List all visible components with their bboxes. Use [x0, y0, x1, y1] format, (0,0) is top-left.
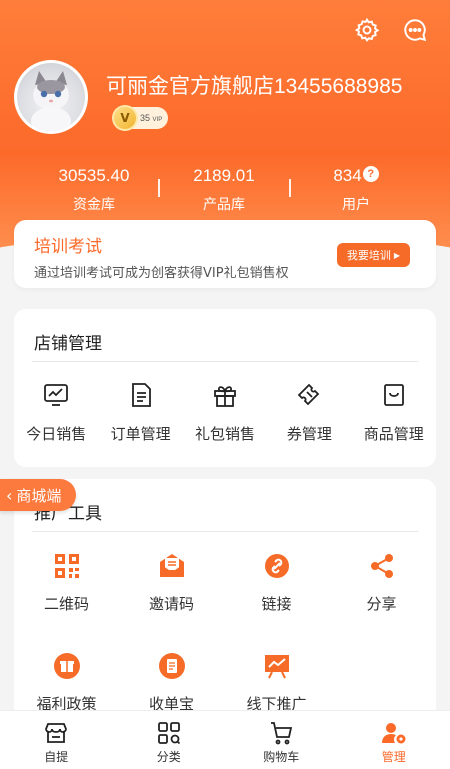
manage-icon [381, 720, 407, 746]
tab-pickup[interactable]: 自提 [0, 711, 113, 769]
bottom-tab-bar: 自提 分类 购物车 管理 [0, 710, 450, 769]
stats-row: 30535.40 资金库 2189.01 产品库 834? 用户 [0, 166, 450, 216]
share-icon [367, 551, 397, 581]
vip-badge: V 35 VIP [114, 107, 168, 129]
promo-item-offline-promotion[interactable]: 线下推广 [224, 651, 329, 714]
promo-item-link[interactable]: 链接 [224, 551, 329, 614]
cart-icon [268, 720, 294, 746]
avatar[interactable] [14, 60, 88, 134]
promo-item-qrcode[interactable]: 二维码 [14, 551, 119, 614]
tab-category[interactable]: 分类 [113, 711, 226, 769]
store-icon [43, 720, 69, 746]
qrcode-icon [52, 551, 82, 581]
chevron-left-icon: ‹ [6, 485, 13, 505]
store-item-today-sales[interactable]: 今日销售 [14, 381, 98, 444]
shop-name: 可丽金官方旗舰店13455688985 [106, 75, 403, 98]
stat-users[interactable]: 834? 用户 [281, 166, 431, 214]
store-item-gift-sales[interactable]: 礼包销售 [183, 381, 267, 444]
arrow-right-icon: ▶ [393, 250, 400, 260]
stat-product[interactable]: 2189.01 产品库 [149, 166, 299, 214]
link-icon [262, 551, 292, 581]
chart-monitor-icon [42, 381, 70, 409]
promo-item-benefits[interactable]: 福利政策 [14, 651, 119, 714]
promo-item-payment-collector[interactable]: 收单宝 [119, 651, 224, 714]
promo-item-invite-code[interactable]: 邀请码 [119, 551, 224, 614]
store-management-card: 店铺管理 今日销售 订单管理 礼包销售 券管理 商品管理 [14, 309, 436, 467]
avatar-cat-image [17, 63, 85, 131]
training-button[interactable]: 我要培训 ▶ [336, 243, 410, 267]
category-icon [156, 720, 182, 746]
vip-v-icon: V [114, 107, 136, 129]
tab-cart[interactable]: 购物车 [225, 711, 338, 769]
training-desc: 通过培训考试可成为创客获得VIP礼包销售权 [34, 266, 289, 281]
tab-manage[interactable]: 管理 [338, 711, 450, 769]
mall-side-tab[interactable]: ‹ 商城端 [0, 479, 76, 511]
promo-item-share[interactable]: 分享 [329, 551, 434, 614]
gift-box-icon [52, 651, 82, 681]
board-chart-icon [262, 651, 292, 681]
document-icon [127, 381, 155, 409]
clipboard-icon [157, 651, 187, 681]
settings-gear-icon[interactable] [354, 17, 380, 43]
mail-icon [157, 551, 187, 581]
divider [32, 361, 418, 362]
store-item-orders[interactable]: 订单管理 [98, 381, 182, 444]
ticket-icon [295, 381, 323, 409]
help-question-icon[interactable]: ? [362, 166, 379, 182]
divider [32, 531, 418, 532]
stat-fund[interactable]: 30535.40 资金库 [19, 166, 169, 214]
gift-icon [211, 381, 239, 409]
bag-icon [380, 381, 408, 409]
training-title: 培训考试 [34, 237, 102, 257]
store-item-coupons[interactable]: 券管理 [267, 381, 351, 444]
store-section-title: 店铺管理 [34, 334, 102, 354]
message-bubble-icon[interactable] [402, 17, 428, 43]
vip-level: 35 VIP [140, 113, 163, 123]
training-card[interactable]: 培训考试 通过培训考试可成为创客获得VIP礼包销售权 我要培训 ▶ [14, 220, 436, 288]
store-item-products[interactable]: 商品管理 [352, 381, 436, 444]
promotion-tools-card: 推广工具 二维码 邀请码 链接 分享 福利政策 收单宝 线下推广 [14, 479, 436, 719]
